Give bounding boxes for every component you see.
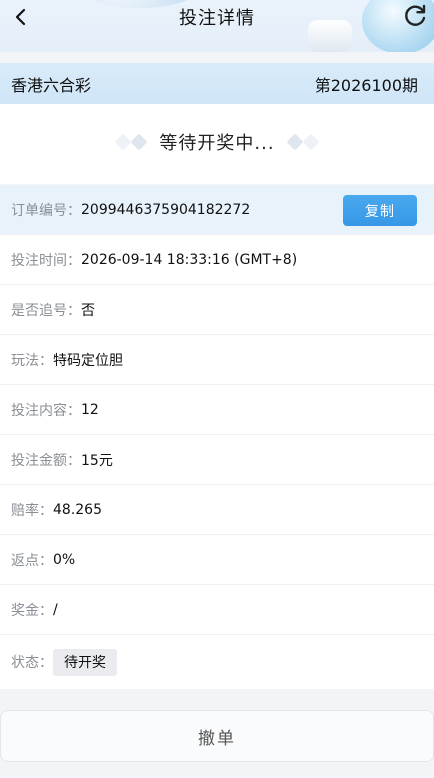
chase-value: 否	[81, 302, 95, 319]
order-detail-list: 订单编号： 2099446375904182272 复制 投注时间： 2026-…	[0, 185, 434, 689]
odds-label: 赔率：	[11, 502, 53, 519]
bet-time-row: 投注时间： 2026-09-14 18:33:16 (GMT+8)	[0, 235, 434, 285]
rebate-row: 返点： 0%	[0, 535, 434, 585]
page-title: 投注详情	[179, 8, 255, 29]
refresh-icon	[405, 4, 426, 26]
refresh-button[interactable]	[399, 1, 431, 31]
header: 投注详情	[0, 0, 434, 52]
bet-amount-value: 15元	[81, 452, 113, 469]
waiting-card: 等待开奖中...	[0, 104, 434, 184]
odds-value: 48.265	[53, 501, 102, 518]
lottery-bar: 香港六合彩 第2026100期	[0, 63, 434, 104]
status-row: 状态： 待开奖	[0, 635, 434, 689]
odds-row: 赔率： 48.265	[0, 485, 434, 535]
prize-label: 奖金：	[11, 602, 53, 619]
cancel-order-button[interactable]: 撤单	[0, 710, 434, 762]
bet-time-label: 投注时间：	[11, 252, 81, 269]
order-number-value: 2099446375904182272	[81, 201, 251, 218]
rebate-value: 0%	[53, 551, 76, 568]
copy-button[interactable]: 复制	[343, 195, 417, 226]
diamond-icon	[286, 133, 304, 151]
page: 投注详情 香港六合彩 第2026100期 等待开奖中... 订单编号： 2099…	[0, 0, 434, 778]
status-label: 状态：	[11, 655, 53, 671]
waiting-status-text: 等待开奖中...	[159, 133, 275, 154]
lottery-period: 第2026100期	[314, 75, 418, 95]
bet-content-value: 12	[81, 401, 99, 418]
chase-row: 是否追号： 否	[0, 285, 434, 335]
diamond-decoration-right	[286, 133, 320, 151]
bet-amount-row: 投注金额： 15元	[0, 435, 434, 485]
bet-amount-label: 投注金额：	[11, 452, 81, 469]
order-number-row: 订单编号： 2099446375904182272 复制	[0, 185, 434, 235]
rebate-label: 返点：	[11, 552, 53, 569]
diamond-icon	[130, 133, 148, 151]
order-number-label: 订单编号：	[11, 202, 81, 219]
play-type-row: 玩法： 特码定位胆	[0, 335, 434, 385]
bet-content-row: 投注内容： 12	[0, 385, 434, 435]
bet-content-label: 投注内容：	[11, 402, 81, 419]
diamond-icon	[114, 133, 132, 151]
play-type-value: 特码定位胆	[53, 352, 123, 369]
chase-label: 是否追号：	[11, 302, 81, 319]
prize-row: 奖金： /	[0, 585, 434, 635]
lottery-name: 香港六合彩	[11, 75, 92, 95]
prize-value: /	[53, 601, 58, 618]
bet-time-value: 2026-09-14 18:33:16 (GMT+8)	[81, 251, 298, 268]
diamond-decoration-left	[114, 133, 148, 151]
play-type-label: 玩法：	[11, 352, 53, 369]
status-badge: 待开奖	[53, 648, 117, 676]
diamond-icon	[302, 133, 320, 151]
